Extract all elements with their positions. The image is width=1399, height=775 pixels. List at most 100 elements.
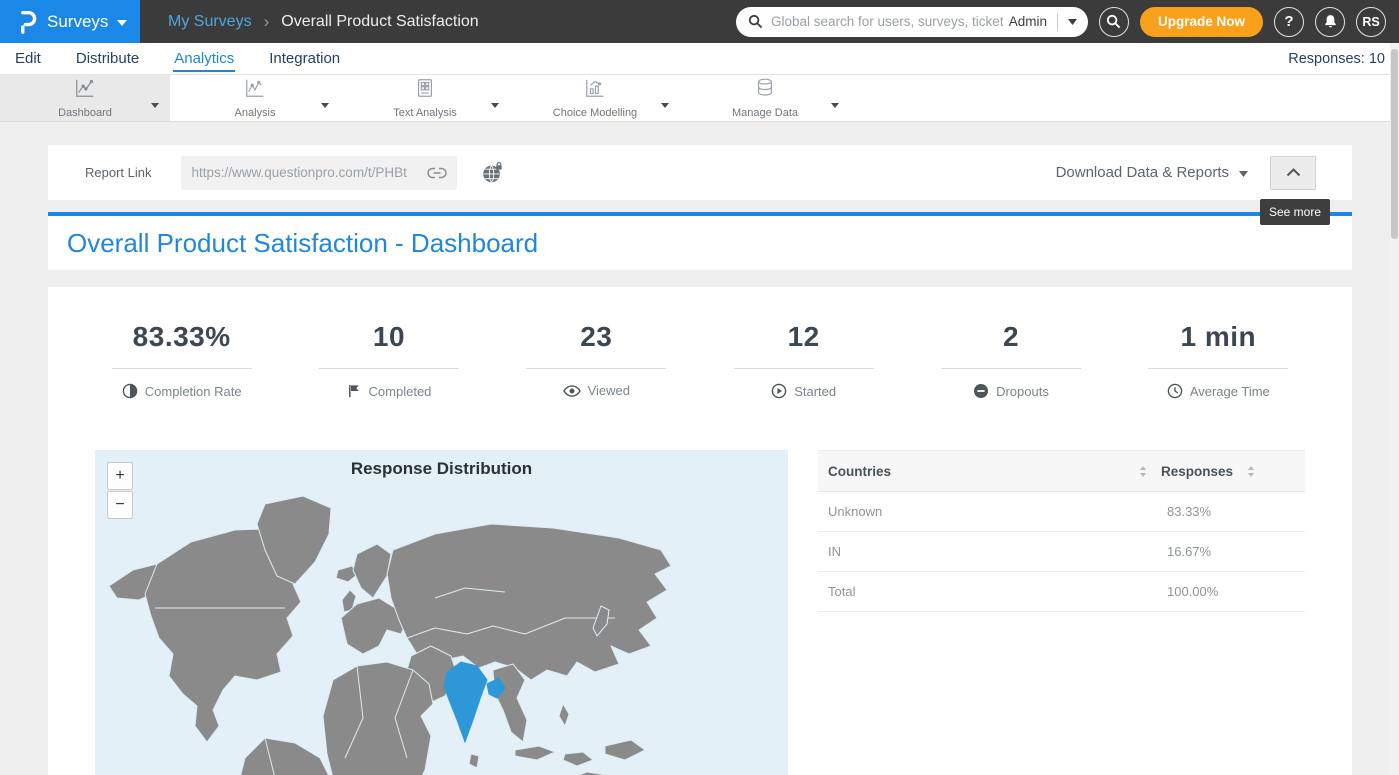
toolbar-item-dashboard[interactable]: Dashboard	[0, 75, 170, 121]
page-title: Overall Product Satisfaction - Dashboard	[67, 228, 538, 259]
stat-value: 10	[373, 321, 405, 353]
global-search-input[interactable]	[771, 14, 1003, 29]
completion-rate-icon	[122, 383, 138, 399]
download-data-reports-menu[interactable]: Download Data & Reports	[1056, 164, 1248, 181]
surveys-product-menu[interactable]: Surveys	[0, 0, 140, 43]
tab-edit[interactable]: Edit	[14, 46, 42, 72]
search-scope-caret-icon[interactable]	[1058, 7, 1088, 37]
product-name: Surveys	[47, 12, 108, 32]
toolbar-item-text-analysis[interactable]: Text Analysis	[340, 75, 510, 121]
chevron-down-icon	[117, 13, 127, 31]
see-more-tooltip: See more	[1260, 199, 1330, 225]
search-scope-admin[interactable]: Admin	[1009, 14, 1047, 29]
questionpro-logo-icon	[16, 9, 38, 35]
column-header-responses[interactable]: Responses	[1161, 464, 1233, 479]
map-zoom-out-button[interactable]: −	[107, 491, 133, 519]
divider	[941, 368, 1081, 369]
toolbar-item-label: Text Analysis	[393, 107, 457, 119]
table-row: Total 100.00%	[818, 572, 1305, 612]
toolbar-item-analysis[interactable]: Analysis	[170, 75, 340, 121]
stat-value: 12	[788, 321, 820, 353]
divider	[319, 368, 459, 369]
chevron-down-icon[interactable]	[831, 95, 839, 113]
table-header: Countries Responses	[818, 450, 1305, 492]
breadcrumb-current-survey: Overall Product Satisfaction	[281, 13, 478, 31]
help-button[interactable]: ?	[1274, 7, 1304, 37]
country-cell: IN	[828, 544, 841, 559]
search-icon	[748, 14, 763, 29]
analytics-toolbar: Dashboard Analysis Text Analysis Choice …	[0, 75, 1399, 122]
choice-modelling-icon	[584, 77, 606, 104]
divider	[1148, 368, 1288, 369]
stat-completion-rate: 83.33% Completion Rate	[78, 321, 285, 399]
tab-integration[interactable]: Integration	[268, 46, 341, 72]
stat-value: 83.33%	[133, 321, 231, 353]
toolbar-item-label: Analysis	[235, 107, 276, 119]
map-zoom-in-button[interactable]: +	[107, 462, 133, 490]
stat-label: Average Time	[1190, 384, 1270, 399]
toolbar-item-label: Manage Data	[732, 107, 798, 119]
report-link-bar: Report Link Download Data & Reports	[48, 145, 1352, 200]
bell-icon	[1323, 14, 1338, 29]
sort-icon[interactable]	[1247, 466, 1255, 477]
chevron-down-icon[interactable]	[151, 95, 159, 113]
stat-label: Viewed	[588, 383, 630, 398]
stat-value: 2	[1003, 321, 1019, 353]
title-card: Overall Product Satisfaction - Dashboard	[48, 212, 1352, 270]
minus-circle-icon	[973, 383, 989, 399]
chevron-down-icon[interactable]	[491, 95, 499, 113]
stat-completed: 10 Completed	[285, 321, 492, 399]
stat-viewed: 23 Viewed	[493, 321, 700, 399]
play-icon	[771, 383, 787, 399]
country-cell: Unknown	[828, 504, 882, 519]
chevron-down-icon[interactable]	[661, 95, 669, 113]
table-row: Unknown 83.33%	[818, 492, 1305, 532]
tab-distribute[interactable]: Distribute	[75, 46, 140, 72]
stat-label: Started	[794, 384, 836, 399]
stats-row: 83.33% Completion Rate 10 Completed 23 V…	[48, 287, 1352, 399]
country-cell: Total	[828, 584, 855, 599]
table-row: IN 16.67%	[818, 532, 1305, 572]
breadcrumb: My Surveys › Overall Product Satisfactio…	[168, 12, 479, 32]
dashboard-card: 83.33% Completion Rate 10 Completed 23 V…	[48, 287, 1352, 775]
scrollbar-thumb[interactable]	[1391, 49, 1398, 239]
toolbar-item-label: Dashboard	[58, 107, 112, 119]
survey-nav: Edit Distribute Analytics Integration Re…	[0, 43, 1399, 75]
sort-icon[interactable]	[1139, 466, 1147, 477]
countries-table: Countries Responses Unknown 83.33% IN 16…	[818, 450, 1305, 612]
stat-dropouts: 2 Dropouts	[907, 321, 1114, 399]
notifications-button[interactable]	[1315, 7, 1345, 37]
tab-analytics[interactable]: Analytics	[173, 46, 235, 72]
report-url-input[interactable]	[191, 165, 421, 180]
map-title: Response Distribution	[95, 459, 788, 479]
report-link-label: Report Link	[85, 165, 151, 180]
response-distribution-map: Response Distribution + −	[95, 450, 788, 775]
collapse-report-bar-button[interactable]	[1270, 156, 1316, 190]
stat-label: Completion Rate	[145, 384, 242, 399]
divider	[112, 368, 252, 369]
vertical-scrollbar	[1390, 43, 1399, 775]
stat-value: 23	[580, 321, 612, 353]
stat-average-time: 1 min Average Time	[1115, 321, 1322, 399]
responses-cell: 83.33%	[1167, 504, 1295, 519]
chevron-down-icon	[1239, 164, 1248, 181]
chevron-down-icon[interactable]	[321, 95, 329, 113]
topbar-actions: Admin Upgrade Now ? RS	[736, 7, 1399, 37]
map-zoom-controls: + −	[107, 462, 133, 519]
link-icon[interactable]	[427, 167, 447, 179]
globe-lock-icon[interactable]	[481, 161, 504, 184]
upgrade-now-button[interactable]: Upgrade Now	[1140, 7, 1263, 37]
avatar[interactable]: RS	[1356, 7, 1386, 37]
breadcrumb-my-surveys[interactable]: My Surveys	[168, 13, 252, 31]
clock-icon	[1167, 383, 1183, 399]
text-analysis-icon	[414, 77, 436, 104]
column-header-countries[interactable]: Countries	[828, 464, 891, 479]
search-button[interactable]	[1099, 7, 1129, 37]
world-map	[95, 478, 788, 775]
stat-value: 1 min	[1180, 321, 1256, 353]
toolbar-item-label: Choice Modelling	[553, 107, 637, 119]
toolbar-item-choice-modelling[interactable]: Choice Modelling	[510, 75, 680, 121]
responses-cell: 100.00%	[1167, 584, 1295, 599]
dashboard-chart-icon	[74, 77, 96, 104]
toolbar-item-manage-data[interactable]: Manage Data	[680, 75, 850, 121]
